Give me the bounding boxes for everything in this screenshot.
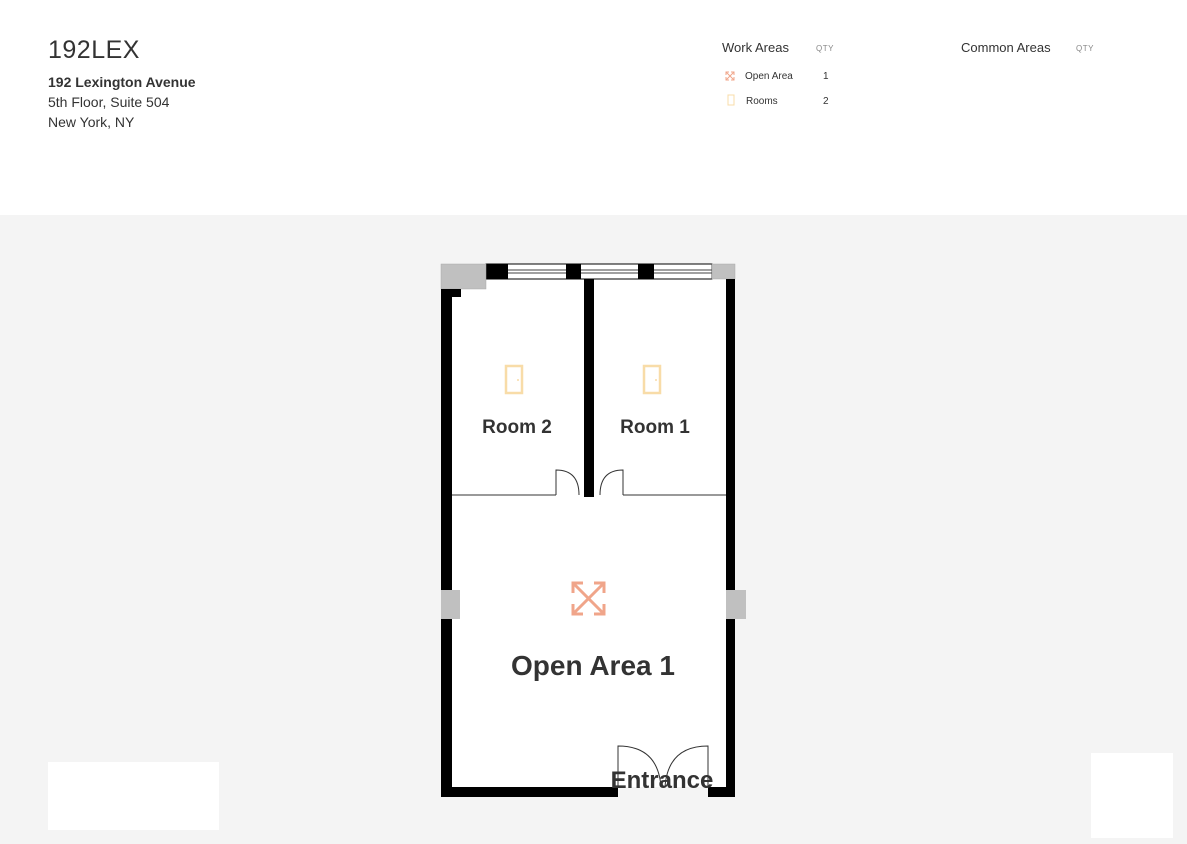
top-windows [485,263,713,280]
room-1-label: Room 1 [620,417,690,438]
common-areas-qty-header: QTY [1076,44,1094,53]
work-areas-qty-header: QTY [816,44,834,53]
legend-rooms-qty: 2 [823,96,829,107]
address-city: New York, NY [48,114,135,130]
footer-box-right [1091,753,1173,838]
floor-plan: Room 2 Room 1 Open Area 1 Entrance [440,263,746,797]
address-street: 192 Lexington Avenue [48,74,196,90]
legend-open-area-qty: 1 [823,71,829,82]
address-suite: 5th Floor, Suite 504 [48,94,170,110]
floor-plan-canvas: Room 2 Room 1 Open Area 1 Entrance [0,215,1187,844]
common-areas-title: Common Areas [961,40,1051,55]
page-title: 192LEX [48,36,140,64]
open-area-1-label: Open Area 1 [511,650,675,681]
room-2-label: Room 2 [482,417,552,438]
legend-rooms-label: Rooms [746,96,778,107]
entrance-label: Entrance [611,767,714,794]
door-icon [727,94,735,106]
footer-box-left [48,762,219,830]
header: 192LEX 192 Lexington Avenue 5th Floor, S… [0,0,1187,215]
work-areas-title: Work Areas [722,40,789,55]
expand-arrows-icon [725,71,735,81]
legend-open-area-label: Open Area [745,71,793,82]
